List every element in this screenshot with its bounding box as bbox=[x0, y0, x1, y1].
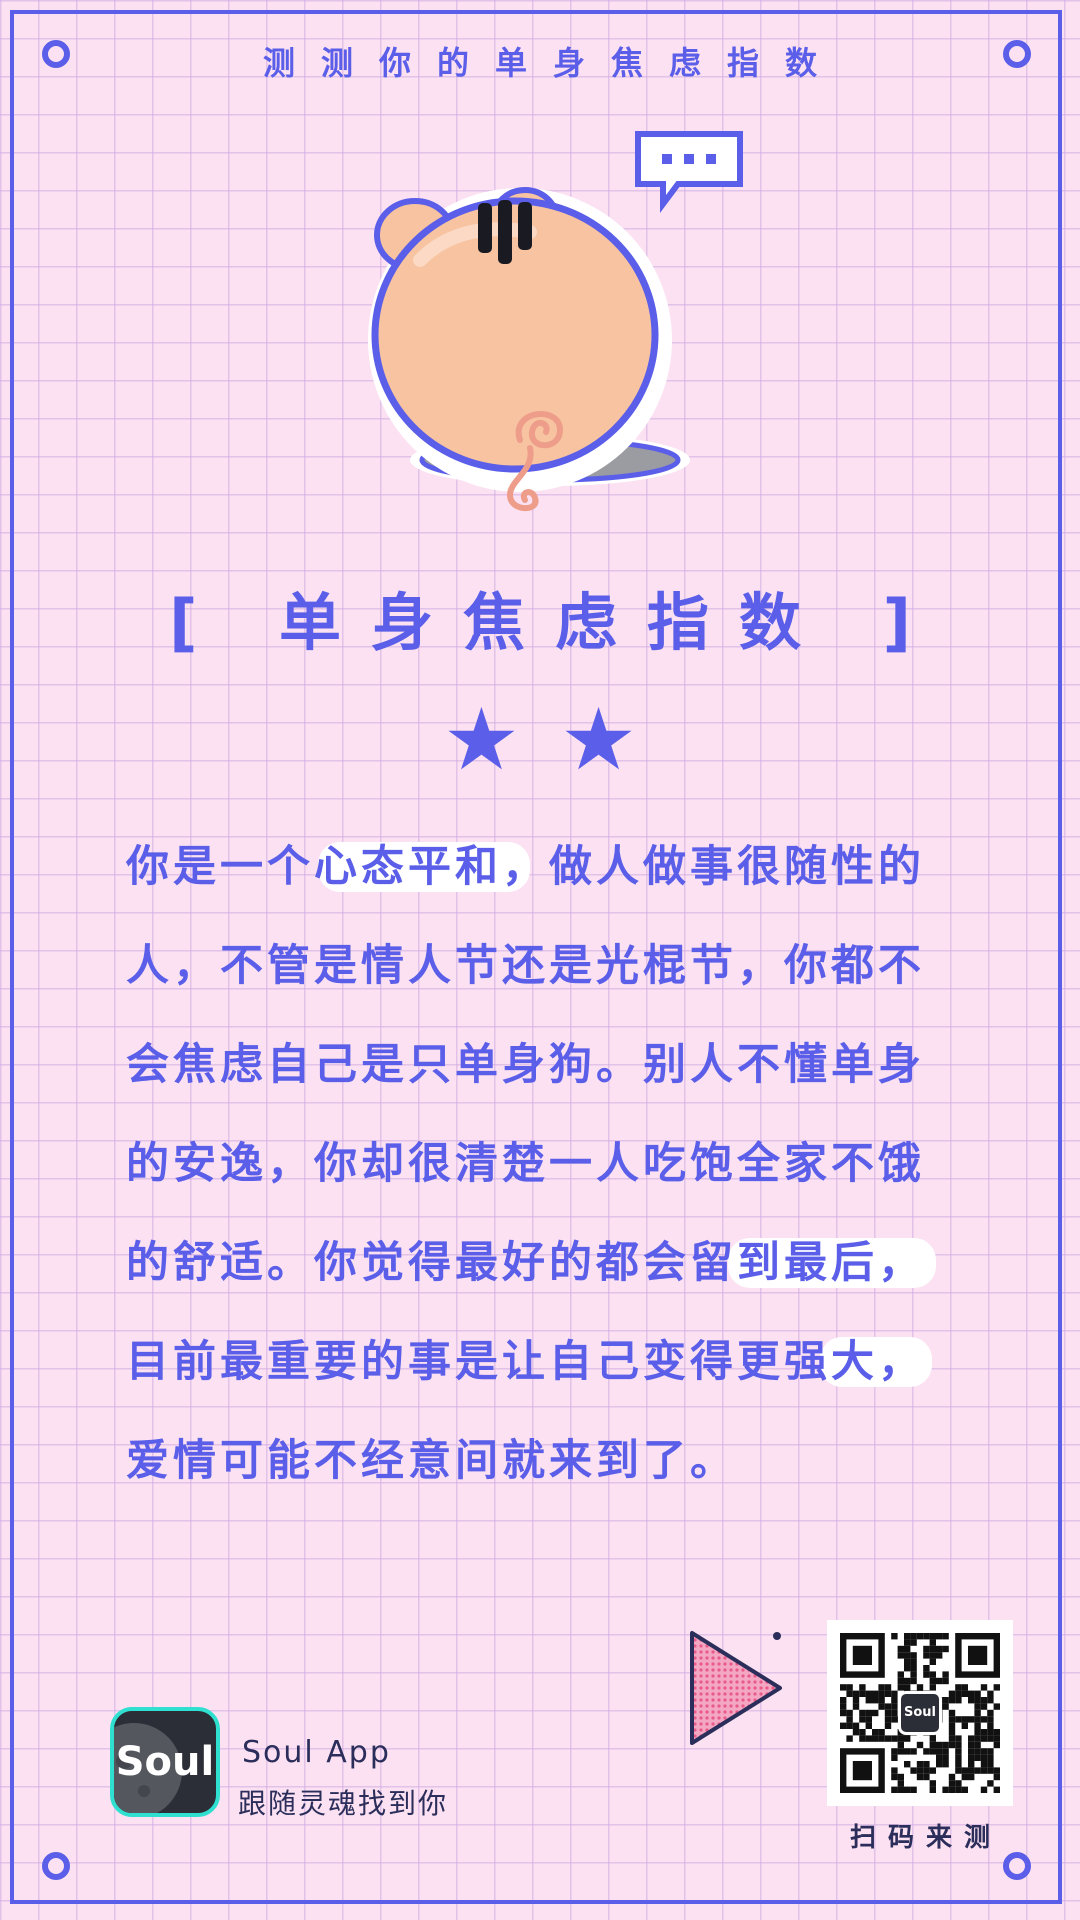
page-title: 测测你的单身焦虑指数 bbox=[262, 44, 843, 82]
result-line: 会焦虑自己是只单身狗。别人不懂单身 bbox=[126, 1040, 925, 1090]
result-line: 爱情可能不经意间就来到了。 bbox=[126, 1436, 737, 1486]
play-triangle-icon bbox=[690, 1631, 782, 1745]
result-line: 目前最重要的事是让自己变得更强大， bbox=[126, 1337, 925, 1387]
corner-dot-bottom-right bbox=[1003, 1852, 1031, 1880]
speech-bubble-icon bbox=[635, 131, 743, 213]
qr-code[interactable]: Soul bbox=[827, 1620, 1013, 1806]
result-line: 的安逸，你却很清楚一人吃饱全家不饿 bbox=[126, 1139, 925, 1189]
app-name: Soul App bbox=[242, 1735, 391, 1770]
soul-app-logo[interactable]: Soul bbox=[110, 1707, 220, 1817]
logo-text: Soul bbox=[115, 1739, 215, 1785]
app-slogan: 跟随灵魂找到你 bbox=[238, 1787, 449, 1820]
star-rating: ★★ bbox=[442, 690, 678, 790]
result-line: 人，不管是情人节还是光棍节，你都不 bbox=[126, 941, 925, 991]
corner-dot-bottom-left bbox=[42, 1852, 70, 1880]
result-description: 你是一个心态平和，做人做事很随性的 人，不管是情人节还是光棍节，你都不 会焦虑自… bbox=[126, 818, 986, 1511]
result-line: 你是一个心态平和，做人做事很随性的 bbox=[126, 842, 925, 892]
scan-to-test-label: 扫码来测 bbox=[849, 1823, 1002, 1853]
qr-center-logo: Soul bbox=[898, 1691, 942, 1735]
play-triangle-decoration bbox=[680, 1625, 790, 1755]
pig-mascot-illustration bbox=[360, 120, 780, 520]
result-line: 的舒适。你觉得最好的都会留到最后， bbox=[126, 1238, 925, 1288]
result-heading: [ 单身焦虑指数 ] bbox=[169, 586, 941, 659]
